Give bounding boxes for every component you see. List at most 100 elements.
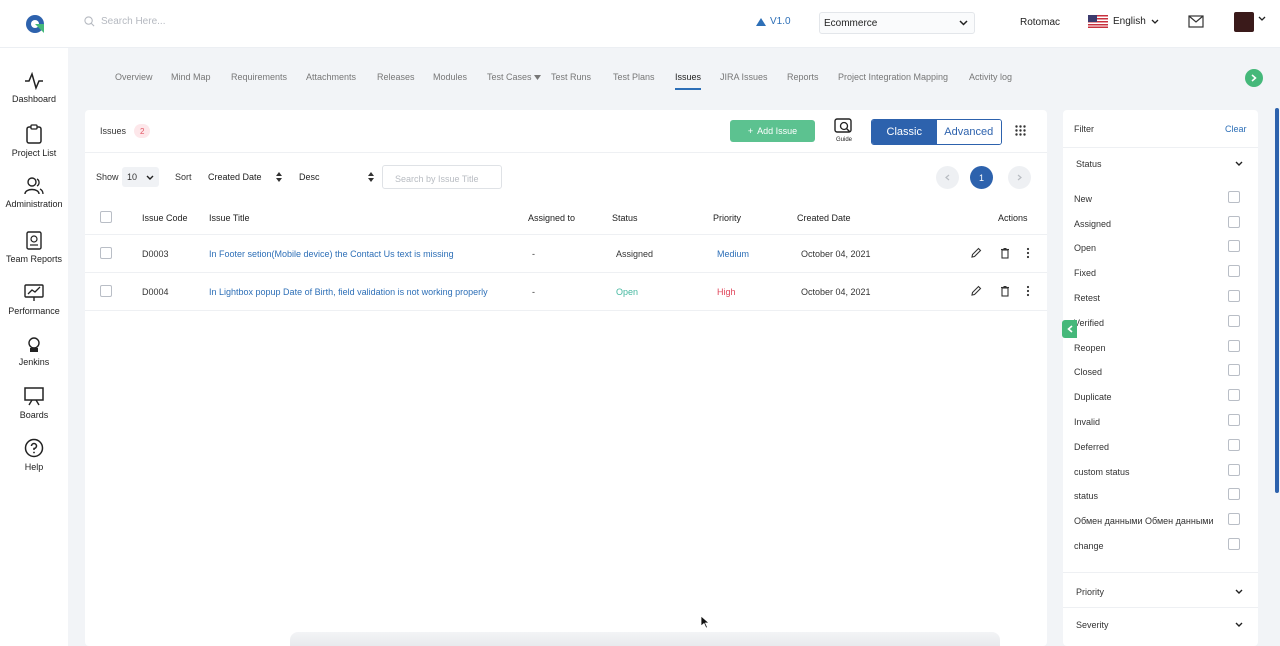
more-vertical-icon[interactable] [1026,247,1030,259]
status-checkbox[interactable] [1228,538,1240,550]
tab-releases[interactable]: Releases [377,72,415,82]
board-icon [24,387,44,406]
status-checkbox[interactable] [1228,464,1240,476]
tab-modules[interactable]: Modules [433,72,467,82]
sidebar-item-project-list[interactable]: Project List [0,124,68,158]
clear-filter-link[interactable]: Clear [1225,124,1247,134]
status-checkbox[interactable] [1228,414,1240,426]
tab-overview[interactable]: Overview [115,72,153,82]
column-header[interactable]: Priority [713,213,741,223]
column-header[interactable]: Issue Title [209,213,250,223]
page-scrollbar[interactable] [1275,108,1279,493]
column-header[interactable]: Created Date [797,213,851,223]
sort-order-select[interactable]: Desc [299,167,374,187]
add-issue-button[interactable]: + Add Issue [730,120,815,142]
tabs-next-button[interactable] [1245,69,1263,87]
status-checkbox[interactable] [1228,191,1240,203]
grid-menu-icon[interactable] [1015,125,1026,136]
sidebar-item-team-reports[interactable]: Team Reports [0,230,68,264]
tab-requirements[interactable]: Requirements [231,72,287,82]
issue-title-link[interactable]: In Footer setion(Mobile device) the Cont… [209,249,454,259]
status-checkbox[interactable] [1228,513,1240,525]
row-checkbox[interactable] [100,285,112,297]
clipboard-icon [26,124,42,144]
global-search[interactable]: Search Here... [84,16,165,27]
page-size-select[interactable]: 10 [122,167,159,187]
avatar[interactable] [1234,12,1254,32]
status-checkbox[interactable] [1228,439,1240,451]
app-logo-icon[interactable] [24,13,46,35]
status-option: Verified [1074,318,1105,328]
page-1-button[interactable]: 1 [970,166,993,189]
issue-title-link[interactable]: In Lightbox popup Date of Birth, field v… [209,287,488,297]
issue-title-search-input[interactable]: Search by Issue Title [382,165,502,189]
column-header[interactable]: Status [612,213,638,223]
sidebar-item-dashboard[interactable]: Dashboard [0,72,68,104]
organization-name[interactable]: Rotomac [1020,17,1060,28]
status-checkbox[interactable] [1228,315,1240,327]
prev-page-button[interactable] [936,166,959,189]
sort-arrows-icon [276,172,282,182]
divider [1063,147,1258,148]
tab-activity-log[interactable]: Activity log [969,72,1012,82]
tab-reports[interactable]: Reports [787,72,819,82]
project-select[interactable]: Ecommerce [819,12,975,34]
status-checkbox[interactable] [1228,488,1240,500]
chevron-left-icon [1066,325,1073,333]
sidebar-item-jenkins[interactable]: Jenkins [0,337,68,367]
chevron-down-icon[interactable] [1258,16,1266,21]
status-checkbox[interactable] [1228,340,1240,352]
chevron-right-icon [1251,74,1257,82]
edit-icon[interactable] [970,247,982,259]
sidebar-item-help[interactable]: Help [0,438,68,472]
tab-issues[interactable]: Issues [675,72,702,90]
table-row[interactable]: D0003 In Footer setion(Mobile device) th… [85,235,1047,273]
sidebar-item-performance[interactable]: Performance [0,282,68,316]
chevron-down-icon[interactable] [1235,622,1243,627]
status-checkbox[interactable] [1228,364,1240,376]
status-section-toggle[interactable]: Status [1076,159,1102,169]
help-icon [24,438,44,458]
status-checkbox[interactable] [1228,240,1240,252]
row-checkbox[interactable] [100,247,112,259]
select-all-checkbox[interactable] [100,211,112,223]
chevron-down-icon[interactable] [1235,589,1243,594]
chevron-down-icon[interactable] [1235,161,1243,166]
tab-project-integration-mapping[interactable]: Project Integration Mapping [838,72,948,82]
next-page-button[interactable] [1008,166,1031,189]
filter-panel: Filter Clear Status New Assigned Open Fi… [1063,110,1258,646]
status-option: Open [1074,243,1097,253]
guide-button[interactable]: Guide [832,118,856,143]
status-checkbox[interactable] [1228,389,1240,401]
collapse-filter-button[interactable] [1062,320,1077,338]
column-header[interactable]: Assigned to [528,213,575,223]
advanced-view-button[interactable]: Advanced [936,120,1001,144]
edit-icon[interactable] [970,285,982,297]
created-date: October 04, 2021 [801,249,871,259]
sidebar-item-administration[interactable]: Administration [0,177,68,209]
status-option: change [1074,541,1104,551]
mail-icon[interactable] [1188,15,1204,28]
delete-icon[interactable] [1000,285,1010,297]
table-header: Issue Code Issue Title Assigned to Statu… [85,203,1047,235]
tab-attachments[interactable]: Attachments [306,72,356,82]
tab-test-runs[interactable]: Test Runs [551,72,591,82]
delete-icon[interactable] [1000,247,1010,259]
tab-jira-issues[interactable]: JIRA Issues [720,72,768,82]
sort-field-select[interactable]: Created Date [208,167,282,187]
column-header[interactable]: Issue Code [142,213,188,223]
severity-section-toggle[interactable]: Severity [1076,620,1109,630]
tab-test-cases[interactable]: Test Cases [487,72,542,82]
more-vertical-icon[interactable] [1026,285,1030,297]
status-checkbox[interactable] [1228,265,1240,277]
language-select[interactable]: English [1088,15,1159,28]
tab-test-plans[interactable]: Test Plans [613,72,655,82]
sidebar-item-boards[interactable]: Boards [0,386,68,420]
status-checkbox[interactable] [1228,290,1240,302]
tab-mind-map[interactable]: Mind Map [171,72,211,82]
classic-view-button[interactable]: Classic [872,120,937,144]
status-checkbox[interactable] [1228,216,1240,228]
priority-section-toggle[interactable]: Priority [1076,587,1104,597]
search-placeholder[interactable]: Search Here... [101,16,165,27]
table-row[interactable]: D0004 In Lightbox popup Date of Birth, f… [85,273,1047,311]
